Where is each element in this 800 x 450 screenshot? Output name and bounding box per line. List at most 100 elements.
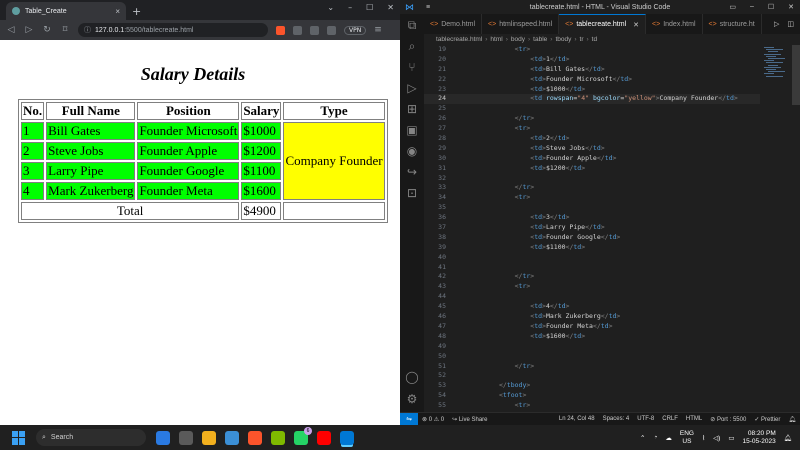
- breadcrumb-file[interactable]: tablecreate.html: [436, 36, 482, 43]
- code-line[interactable]: 19 <tr>: [424, 45, 760, 55]
- code-line[interactable]: 46 <td>Mark Zukerberg</td>: [424, 312, 760, 322]
- explorer-icon[interactable]: ⧉: [405, 18, 419, 32]
- menu-icon[interactable]: ≡: [374, 25, 382, 35]
- tab-structure-html[interactable]: <> structure.ht: [703, 14, 762, 34]
- tab-close-icon[interactable]: ×: [115, 7, 120, 16]
- chevron-up-icon[interactable]: ⌃: [640, 434, 645, 442]
- encoding[interactable]: UTF-8: [633, 416, 658, 423]
- code-line[interactable]: 28 <td>2</td>: [424, 134, 760, 144]
- code-line[interactable]: 26 </tr>: [424, 114, 760, 124]
- gear-icon[interactable]: ⚙: [405, 392, 419, 406]
- store-icon[interactable]: [225, 430, 239, 445]
- network-icon[interactable]: ◔: [653, 434, 657, 441]
- account-icon[interactable]: ◯: [405, 370, 419, 384]
- notifications-icon[interactable]: 🔔︎: [784, 416, 800, 423]
- code-line[interactable]: 24 <td rowspan="4" bgcolor="yellow">Comp…: [424, 94, 760, 105]
- live-server-port[interactable]: ⊘ Port : 5500: [706, 416, 750, 423]
- run-icon[interactable]: ▷: [774, 20, 779, 28]
- editor-scrollbar[interactable]: [792, 45, 800, 412]
- chrome-icon[interactable]: [271, 430, 285, 445]
- live-share-icon[interactable]: ↪: [405, 165, 419, 179]
- code-line[interactable]: 44: [424, 292, 760, 302]
- copilot-icon[interactable]: [156, 430, 170, 445]
- code-line[interactable]: 36 <td>3</td>: [424, 213, 760, 223]
- taskbar-search[interactable]: ⌕ Search: [36, 429, 146, 446]
- site-info-icon[interactable]: ⓘ: [84, 25, 91, 35]
- tab-htmlinspeed-html[interactable]: <> htmlinspeed.html: [482, 14, 560, 34]
- breadcrumb-table[interactable]: table: [533, 36, 547, 43]
- indentation[interactable]: Spaces: 4: [599, 416, 634, 423]
- code-line[interactable]: 42 </tr>: [424, 272, 760, 282]
- code-line[interactable]: 32: [424, 174, 760, 184]
- code-editor[interactable]: 19 <tr> 20 <td>1</td> 21 <td>Bill Gates</t…: [424, 45, 760, 412]
- task-view-icon[interactable]: [179, 430, 193, 445]
- tab-demo-html[interactable]: <> Demo.html: [424, 14, 483, 34]
- dropdown-icon[interactable]: ⌄: [327, 3, 334, 12]
- code-line[interactable]: 23 <td>$1000</td>: [424, 85, 760, 95]
- wifi-icon[interactable]: ⌇: [702, 434, 705, 442]
- code-line[interactable]: 43 <tr>: [424, 282, 760, 292]
- code-line[interactable]: 25: [424, 104, 760, 114]
- notification-bell-icon[interactable]: 🔔︎: [784, 434, 792, 442]
- whatsapp-icon[interactable]: 6: [294, 426, 312, 445]
- code-line[interactable]: 21 <td>Bill Gates</td>: [424, 65, 760, 75]
- code-line[interactable]: 51 </tr>: [424, 362, 760, 372]
- reload-icon[interactable]: ↻: [42, 25, 52, 35]
- close-window-icon[interactable]: ✕: [387, 3, 394, 12]
- code-line[interactable]: 53 </tbody>: [424, 381, 760, 391]
- prettier-status[interactable]: ✓ Prettier: [750, 416, 784, 423]
- code-line[interactable]: 33 </tr>: [424, 183, 760, 193]
- sidebar-icon[interactable]: [327, 25, 336, 35]
- code-line[interactable]: 55 <tr>: [424, 401, 760, 411]
- breadcrumb-html[interactable]: html: [490, 36, 502, 43]
- code-line[interactable]: 27 <tr>: [424, 124, 760, 134]
- close-icon[interactable]: ✕: [633, 21, 639, 29]
- code-line[interactable]: 30 <td>Founder Apple</td>: [424, 154, 760, 164]
- code-line[interactable]: 35: [424, 203, 760, 213]
- brave-browser-icon[interactable]: [248, 430, 262, 445]
- vscode-taskbar-icon[interactable]: [340, 430, 354, 445]
- remote-explorer-icon[interactable]: ▣: [405, 123, 419, 137]
- cursor-position[interactable]: Ln 24, Col 48: [555, 416, 599, 423]
- code-line[interactable]: 49: [424, 342, 760, 352]
- line-ending[interactable]: CRLF: [658, 416, 682, 423]
- edge-devtools-icon[interactable]: ◉: [405, 144, 419, 158]
- cloud-icon[interactable]: ☁: [665, 434, 672, 442]
- code-line[interactable]: 41: [424, 263, 760, 273]
- puzzle-icon[interactable]: [310, 25, 319, 35]
- minimize-icon[interactable]: –: [348, 3, 352, 12]
- code-line[interactable]: 52: [424, 371, 760, 381]
- scrollbar-thumb[interactable]: [792, 45, 800, 105]
- code-line[interactable]: 34 <tr>: [424, 193, 760, 203]
- code-line[interactable]: 20 <td>1</td>: [424, 55, 760, 65]
- breadcrumb-body[interactable]: body: [511, 36, 525, 43]
- remote-indicator-icon[interactable]: ⇋: [400, 412, 418, 426]
- new-tab-button[interactable]: +: [132, 5, 141, 18]
- breadcrumb-td[interactable]: td: [592, 36, 597, 43]
- battery-icon[interactable]: ▭: [728, 434, 734, 442]
- extensions-icon[interactable]: ⊞: [405, 102, 419, 116]
- close-window-icon[interactable]: ✕: [788, 3, 794, 11]
- minimap[interactable]: [760, 45, 792, 412]
- vpn-button[interactable]: VPN: [344, 25, 367, 35]
- code-line[interactable]: 39 <td>$1100</td>: [424, 243, 760, 253]
- extension-icon[interactable]: [293, 25, 302, 35]
- search-icon[interactable]: ⌕: [405, 39, 419, 53]
- code-line[interactable]: 38 <td>Founder Google</td>: [424, 233, 760, 243]
- code-line[interactable]: 29 <td>Steve Jobs</td>: [424, 144, 760, 154]
- breadcrumb-tr[interactable]: tr: [580, 36, 584, 43]
- language-mode[interactable]: HTML: [682, 416, 706, 423]
- forward-icon[interactable]: ▷: [24, 25, 34, 35]
- live-share-button[interactable]: ↪ Live Share: [448, 416, 491, 423]
- terminal-icon[interactable]: ⊡: [405, 186, 419, 200]
- file-explorer-icon[interactable]: [202, 430, 216, 445]
- code-line[interactable]: 47 <td>Founder Meta</td>: [424, 322, 760, 332]
- code-line[interactable]: 37 <td>Larry Pipe</td>: [424, 223, 760, 233]
- youtube-icon[interactable]: [317, 430, 331, 445]
- language-indicator[interactable]: ENG US: [680, 430, 694, 446]
- split-editor-icon[interactable]: ◫: [787, 20, 794, 28]
- back-icon[interactable]: ◁: [6, 25, 16, 35]
- windows-start-icon[interactable]: [12, 430, 26, 445]
- tab-index-html[interactable]: <> Index.html: [646, 14, 703, 34]
- code-line[interactable]: 31 <td>$1200</td>: [424, 164, 760, 174]
